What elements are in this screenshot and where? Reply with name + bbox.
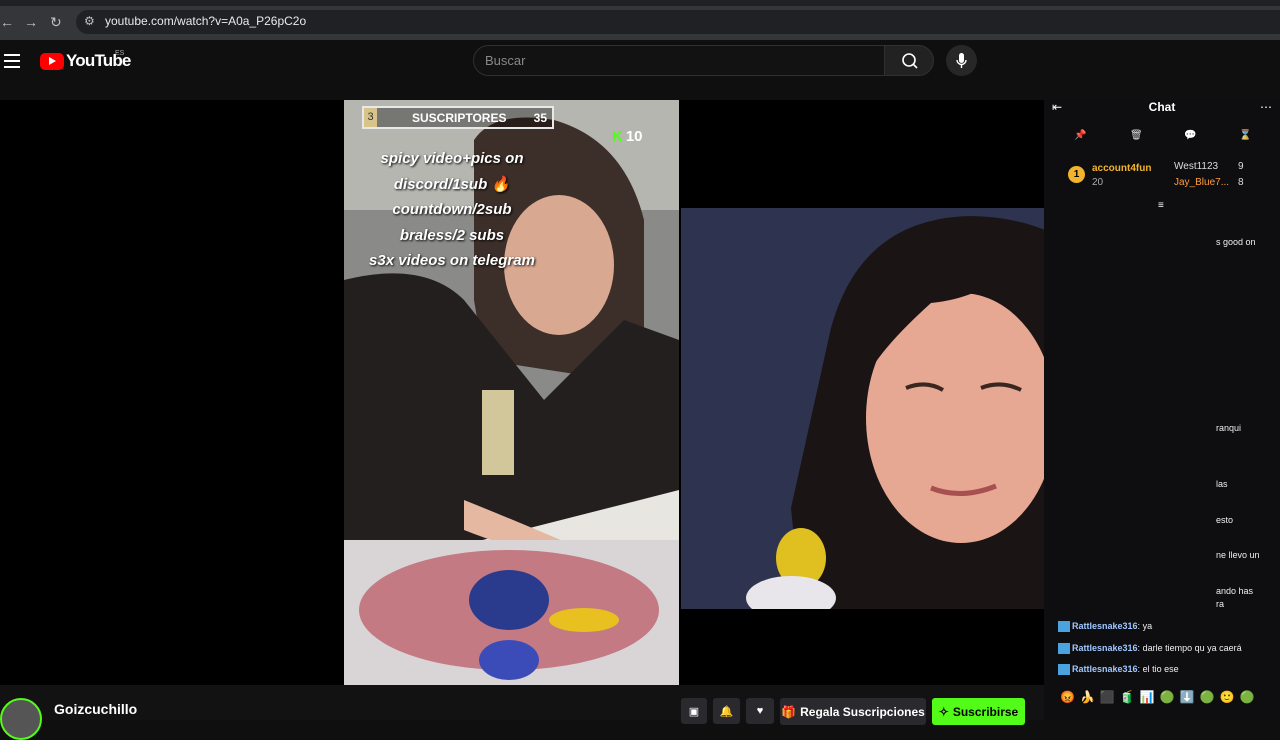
chat-partial-text: ando has [1216,586,1254,596]
user-badge-icon [1058,643,1070,655]
overlay-line: discord/1sub 🔥 [393,175,511,193]
voice-search-button[interactable] [946,45,977,76]
chat-title: Chat [1148,100,1176,114]
leaderboard-third-score: 8 [1238,177,1244,188]
leaderboard-second-user[interactable]: West1123 [1174,161,1218,172]
subscriber-goal-count: 35 [533,111,547,125]
chat-message: Rattlesnake316: darle tiempo qu ya caerá [1058,643,1242,655]
chat-text: darle tiempo qu ya caerá [1142,643,1242,653]
microphone-icon [956,53,967,68]
heart-icon[interactable]: ♥ [746,698,774,724]
back-icon[interactable]: ← [0,14,14,30]
user-badge-icon [1058,621,1070,633]
trash-icon[interactable]: 🗑 [1130,130,1143,141]
subscriber-goal-number: 3 [364,108,377,127]
overlay-line: braless/2 subs [399,226,505,244]
chat-text: ya [1142,621,1153,631]
kick-viewer-count: K 10 [612,128,643,145]
pin-icon[interactable]: 📌 [1074,130,1086,141]
gift-button-label: Regala Suscripciones [800,704,925,719]
leaderboard-first-user[interactable]: account4fun [1092,163,1151,174]
gift-subscriptions-button[interactable]: 🎁 Regala Suscripciones [780,698,926,725]
overlay-line: spicy video+pics on [380,150,524,167]
chat-message: Rattlesnake316: el tio ese [1058,664,1179,676]
kick-count: 10 [625,128,643,145]
chat-partial-text: ra [1216,599,1225,609]
subscriber-goal-label: SUSCRIPTORES [412,111,507,125]
browser-toolbar: ← → ↻ ⚙ youtube.com/watch?v=A0a_P26pC2o [0,0,1280,40]
chat-username[interactable]: Rattlesnake316 [1072,664,1138,674]
overlay-line: s3x videos on telegram [369,252,535,269]
channel-bar: Goizcuchillo ▣ 🔔 ♥ 🎁 Regala Suscripciones… [0,685,1044,740]
chat-username[interactable]: Rattlesnake316 [1072,643,1138,653]
youtube-play-icon [40,52,64,70]
search-button[interactable] [884,45,934,76]
chat-message: Rattlesnake316: ya [1058,621,1153,633]
chat-partial-text: s good on [1216,237,1256,247]
subscriber-goal-box: 3 SUSCRIPTORES 35 [362,106,554,129]
expand-leaderboard-icon[interactable]: ≡ [1158,200,1164,211]
gift-leaderboard: 1 account4fun 20 West1123 9 Jay_Blue7...… [1044,154,1280,211]
chat-text: el tio ese [1142,664,1179,674]
youtube-logo[interactable]: YouTube ES [40,50,131,70]
search-box [473,45,885,76]
first-place-badge-icon: 1 [1068,166,1085,183]
chat-partial-text: ne llevo un [1216,550,1260,560]
hourglass-icon[interactable]: ⌛ [1239,130,1251,141]
chat-partial-text: ranqui [1216,423,1242,433]
address-bar[interactable]: ⚙ youtube.com/watch?v=A0a_P26pC2o [76,10,1280,34]
reload-icon[interactable]: ↻ [50,14,62,31]
subscribe-button-label: Suscribirse [952,704,1019,719]
bell-icon[interactable]: 🔔 [713,698,740,724]
kick-logo-icon: K [612,128,623,145]
chat-username[interactable]: Rattlesnake316 [1072,621,1138,631]
left-stream-frame: 3 SUSCRIPTORES 35 K 10 spicy video+pics o… [344,100,679,685]
gift-icon: 🎁 [781,704,797,719]
url-text: youtube.com/watch?v=A0a_P26pC2o [105,14,307,28]
search-icon [902,53,918,69]
channel-name[interactable]: Goizcuchillo [54,701,137,717]
chat-toolbar: 📌 🗑 💬 ⌛ [1044,120,1280,154]
theater-mode-icon[interactable]: ▣ [681,698,707,724]
chat-header: ⇤ Chat ⋯ [1044,100,1280,120]
user-badge-icon [1058,664,1070,676]
speech-bubble-icon[interactable]: 💬 [1184,130,1196,141]
leaderboard-first-score: 20 [1092,177,1104,188]
chat-partial-text: las [1216,479,1228,489]
country-code: ES [115,50,125,57]
search-input[interactable] [474,46,854,75]
forward-icon[interactable]: → [24,14,38,30]
leaderboard-second-score: 9 [1238,161,1244,172]
site-info-icon[interactable]: ⚙ [84,14,95,28]
chat-partial-text: esto [1216,515,1234,525]
youtube-header: YouTube ES [0,40,1280,100]
subscribe-button[interactable]: ✧ Suscribirse [932,698,1025,725]
star-icon: ✧ [938,704,949,719]
menu-icon[interactable] [4,54,20,68]
more-options-icon[interactable]: ⋯ [1260,100,1272,114]
channel-avatar[interactable] [0,698,42,740]
stream-overlay-text: spicy video+pics on discord/1sub 🔥 count… [352,146,552,274]
leaderboard-third-user[interactable]: Jay_Blue7... [1174,177,1229,188]
emote-bar[interactable]: 😡🍌⬛🧃📊🟢⬇️🟢🙂🟢 [1060,690,1259,704]
overlay-line: countdown/2sub [392,201,512,218]
chat-panel: ⇤ Chat ⋯ 📌 🗑 💬 ⌛ 1 account4fun 20 West11… [1044,100,1280,720]
